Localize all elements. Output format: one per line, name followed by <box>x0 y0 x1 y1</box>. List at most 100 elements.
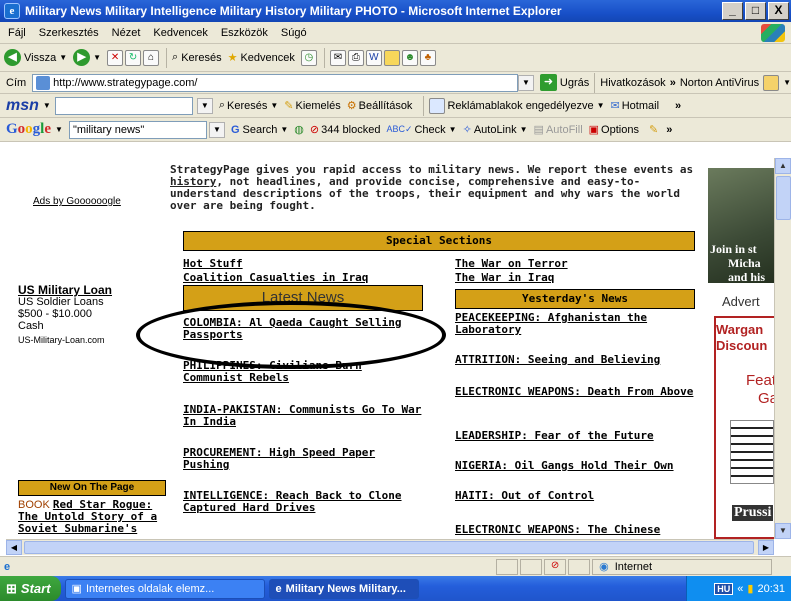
popup-blocked-status-icon[interactable]: ⊘ <box>544 558 567 575</box>
settings-label: Beállítások <box>358 99 413 112</box>
tray-expand-icon[interactable]: « <box>737 583 743 595</box>
go-arrow-icon[interactable]: ➜ <box>539 74 557 91</box>
menu-favorites[interactable]: Kedvencek <box>153 27 207 39</box>
chevron-right-icon[interactable]: » <box>675 100 681 112</box>
scroll-up-arrow-icon[interactable]: ▲ <box>775 158 791 174</box>
scroll-right-arrow-icon[interactable]: ▶ <box>758 540 774 555</box>
clock: 20:31 <box>757 582 785 595</box>
menu-file[interactable]: Fájl <box>8 27 26 39</box>
print-icon[interactable]: ⎙ <box>347 49 364 66</box>
home-icon[interactable]: ⌂ <box>143 49 160 66</box>
hotmail-button[interactable]: ✉ Hotmail <box>611 99 660 113</box>
task-military-news[interactable]: e Military News Military... <box>268 578 419 599</box>
spellcheck-button[interactable]: ABC✓ Check ▼ <box>386 124 456 136</box>
norton-antivirus-button[interactable]: Norton AntiVirus <box>680 77 759 89</box>
news-link-casualties[interactable]: Coalition Casualties in Iraq <box>183 272 433 284</box>
popup-blocked-button[interactable]: ⊘ 344 blocked <box>310 123 381 137</box>
msn-dropdown[interactable]: ▼ <box>196 97 213 114</box>
vertical-scroll-thumb[interactable] <box>776 176 791 220</box>
favorites-button[interactable]: ★ Kedvencek <box>228 51 295 65</box>
minimize-button[interactable]: _ <box>722 2 743 20</box>
pagerank-button[interactable]: ◍ <box>294 123 304 136</box>
msn-logo[interactable]: msn <box>6 97 39 115</box>
google-search-input[interactable]: "military news" <box>68 120 207 139</box>
google-dropdown[interactable]: ▼ <box>208 121 225 138</box>
task-internetes-oldalak[interactable]: ▣ Internetes oldalak elemz... <box>64 578 265 599</box>
autofill-button[interactable]: ▤ AutoFill <box>533 123 583 137</box>
scroll-down-arrow-icon[interactable]: ▼ <box>775 523 791 539</box>
stop-icon[interactable]: ✕ <box>107 49 124 66</box>
settings-button[interactable]: ⚙ Beállítások <box>346 99 413 113</box>
chevron-down-icon[interactable]: ▼ <box>55 125 63 134</box>
chevron-right-icon[interactable]: » <box>666 124 672 136</box>
news-link-leadership[interactable]: LEADERSHIP: Fear of the Future <box>455 430 705 442</box>
news-link-attrition[interactable]: ATTRITION: Seeing and Believing <box>455 354 705 366</box>
start-button[interactable]: ⊞ Start <box>0 576 61 601</box>
history-icon[interactable]: ◷ <box>300 49 317 66</box>
title-bar: e Military News Military Intelligence Mi… <box>0 0 791 22</box>
vertical-scrollbar[interactable]: ▲ ▼ <box>774 158 791 539</box>
chevron-right-icon[interactable]: » <box>670 77 676 89</box>
address-input[interactable]: http://www.strategypage.com/ <box>32 73 518 92</box>
search-button[interactable]: ⌕ Keresés <box>172 51 222 64</box>
folder-icon[interactable] <box>383 49 400 66</box>
loan-ad-title[interactable]: US Military Loan <box>18 284 166 296</box>
ads-by-google-link[interactable]: Ads by Goooooogle <box>33 196 121 207</box>
address-dropdown[interactable]: ▼ <box>518 74 534 91</box>
task1-label: Internetes oldalak elemz... <box>85 582 215 595</box>
scroll-left-arrow-icon[interactable]: ◀ <box>6 540 22 555</box>
links-button[interactable]: Hivatkozások <box>600 77 665 89</box>
autolink-button[interactable]: ✧ AutoLink ▼ <box>462 123 528 137</box>
right-banner-ad[interactable]: Join in st Micha and his Advert Wargan D… <box>708 158 774 539</box>
back-button[interactable]: ◀ Vissza ▼ <box>4 49 67 66</box>
msn-search-button[interactable]: ⌕ Keresés ▼ <box>219 99 278 112</box>
autolink-icon: ✧ <box>462 124 472 136</box>
news-link-war-on-terror[interactable]: The War on Terror <box>455 258 705 270</box>
language-indicator[interactable]: HU <box>714 582 734 595</box>
maximize-button[interactable]: □ <box>745 2 766 20</box>
word-icon[interactable]: W <box>365 49 382 66</box>
news-link-philippines[interactable]: PHILIPPINES: Civilians Burn Communist Re… <box>183 360 393 384</box>
options-button[interactable]: ▣ Options <box>589 123 639 137</box>
autofill-icon: ▤ <box>533 124 544 136</box>
tray-app-icon[interactable]: ▮ <box>747 582 753 595</box>
menu-tools[interactable]: Eszközök <box>221 27 268 39</box>
book-item[interactable]: BOOK Red Star Rogue: The Untold Story of… <box>18 499 168 535</box>
people-icon[interactable]: ♣ <box>419 49 436 66</box>
horizontal-scroll-thumb[interactable] <box>24 541 754 554</box>
news-link-nigeria[interactable]: NIGERIA: Oil Gangs Hold Their Own <box>455 460 705 472</box>
close-button[interactable]: X <box>768 2 789 20</box>
news-link-war-in-iraq[interactable]: The War in Iraq <box>455 272 705 284</box>
popup-blocker-button[interactable]: Reklámablakok engedélyezve ▼ <box>429 97 605 114</box>
refresh-icon[interactable]: ↻ <box>125 49 142 66</box>
news-link-hot-stuff[interactable]: Hot Stuff <box>183 258 433 270</box>
news-link-intelligence[interactable]: INTELLIGENCE: Reach Back to Clone Captur… <box>183 490 443 514</box>
news-link-haiti[interactable]: HAITI: Out of Control <box>455 490 705 502</box>
news-link-procurement[interactable]: PROCUREMENT: High Speed Paper Pushing <box>183 447 423 471</box>
chevron-down-icon[interactable]: ▼ <box>783 78 791 87</box>
news-link-india-pakistan[interactable]: INDIA-PAKISTAN: Communists Go To War In … <box>183 404 433 428</box>
msn-search-input[interactable] <box>54 96 193 115</box>
chevron-down-icon[interactable]: ▼ <box>43 101 51 110</box>
news-link-ew-death[interactable]: ELECTRONIC WEAPONS: Death From Above <box>455 386 695 398</box>
mail-icon[interactable]: ✉ <box>329 49 346 66</box>
norton-icon[interactable] <box>763 74 780 91</box>
highlighter-icon[interactable]: ✎ <box>649 123 658 136</box>
msn-toolbar: msn ▼ ▼ ⌕ Keresés ▼ ✎ Kiemelés ⚙ Beállít… <box>0 94 791 118</box>
menu-help[interactable]: Súgó <box>281 27 307 39</box>
menu-view[interactable]: Nézet <box>112 27 141 39</box>
popup-label: Reklámablakok engedélyezve <box>447 99 594 112</box>
forward-button[interactable]: ▶ ▼ <box>73 49 101 66</box>
settings-icon: ⚙ <box>346 100 357 112</box>
chevron-down-icon: ▼ <box>270 101 279 110</box>
highlight-button[interactable]: ✎ Kiemelés <box>284 99 340 113</box>
menu-edit[interactable]: Szerkesztés <box>39 27 99 39</box>
news-link-peacekeeping[interactable]: PEACEKEEPING: Afghanistan the Laboratory <box>455 312 695 336</box>
news-link-ew-chinese[interactable]: ELECTRONIC WEAPONS: The Chinese <box>455 524 705 536</box>
horizontal-scrollbar[interactable]: ◀ ▶ <box>6 539 774 555</box>
google-logo[interactable]: Google <box>6 121 51 138</box>
chevron-down-icon: ▼ <box>448 125 457 134</box>
google-search-button[interactable]: G Search ▼ <box>231 124 288 136</box>
messenger-icon[interactable]: ☻ <box>401 49 418 66</box>
go-button[interactable]: Ugrás <box>560 77 589 89</box>
